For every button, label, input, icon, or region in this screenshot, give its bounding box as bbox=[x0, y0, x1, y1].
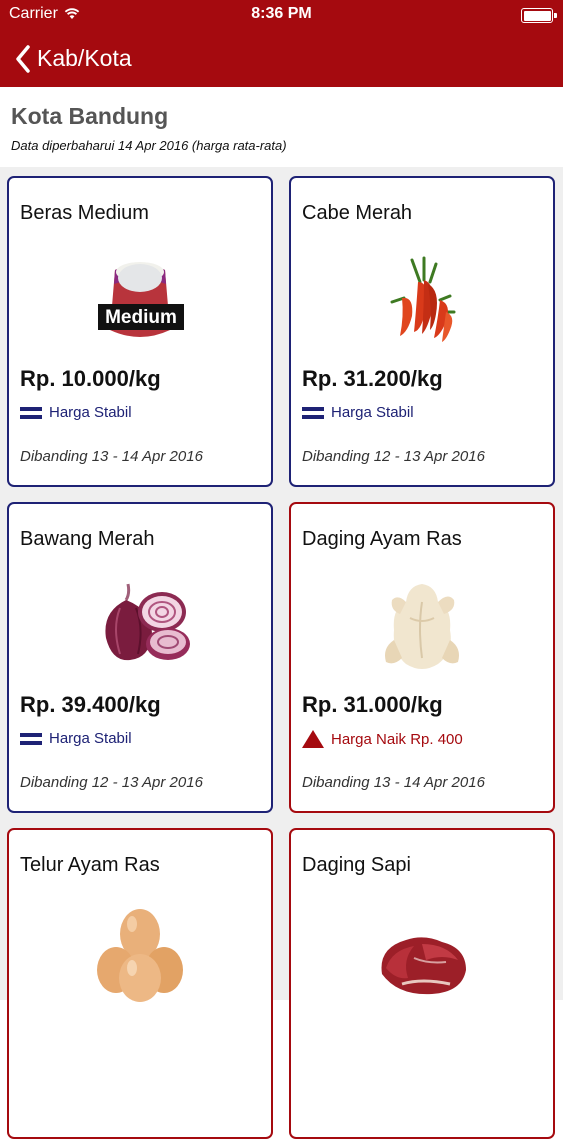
price: Rp. 31.000/kg bbox=[302, 692, 443, 717]
price: Rp. 39.400/kg bbox=[20, 692, 161, 717]
price-status: Harga Stabil bbox=[20, 404, 132, 421]
price: Rp. 10.000/kg bbox=[20, 366, 161, 391]
commodity-name: Daging Ayam Ras bbox=[302, 528, 462, 550]
commodity-card[interactable]: Telur Ayam Ras bbox=[7, 828, 273, 1139]
app-header: Carrier 8:36 PM Kab/Kota bbox=[0, 0, 563, 87]
price-up-icon bbox=[302, 730, 324, 748]
commodity-name: Cabe Merah bbox=[302, 202, 413, 224]
sack-label: Medium bbox=[105, 307, 177, 328]
commodity-card[interactable]: Cabe Merah Rp. 31.200/kg Harga Stabil Di… bbox=[289, 176, 555, 487]
commodity-card[interactable]: Beras Medium Medium Rp. 10.000/kg Harga … bbox=[7, 176, 273, 487]
commodity-name: Telur Ayam Ras bbox=[20, 854, 160, 876]
back-button[interactable]: Kab/Kota bbox=[15, 44, 132, 73]
status-label: Harga Naik Rp. 400 bbox=[331, 730, 463, 748]
chicken-image bbox=[385, 584, 459, 669]
equal-icon bbox=[20, 732, 42, 745]
city-header: Kota Bandung Data diperbaharui 14 Apr 20… bbox=[0, 87, 563, 167]
eggs-image bbox=[97, 909, 183, 1002]
beef-image bbox=[381, 937, 466, 995]
comparison-period: Dibanding 13 - 14 Apr 2016 bbox=[302, 774, 485, 791]
update-note: Data diperbaharui 14 Apr 2016 (harga rat… bbox=[11, 138, 287, 153]
clock: 8:36 PM bbox=[251, 5, 312, 22]
commodity-name: Bawang Merah bbox=[20, 528, 155, 550]
price-status: Harga Stabil bbox=[302, 404, 414, 421]
comparison-period: Dibanding 12 - 13 Apr 2016 bbox=[302, 448, 485, 465]
price-status: Harga Stabil bbox=[20, 730, 132, 747]
price: Rp. 31.200/kg bbox=[302, 366, 443, 391]
status-label: Harga Stabil bbox=[331, 404, 414, 421]
commodity-card[interactable]: Daging Sapi bbox=[289, 828, 555, 1139]
comparison-period: Dibanding 13 - 14 Apr 2016 bbox=[20, 448, 203, 465]
nav-bar: Kab/Kota bbox=[0, 30, 563, 87]
commodity-name: Beras Medium bbox=[20, 202, 149, 224]
back-label: Kab/Kota bbox=[37, 45, 132, 71]
shallot-image bbox=[105, 583, 190, 661]
rice-sack-image: Medium bbox=[98, 262, 184, 337]
price-status: Harga Naik Rp. 400 bbox=[302, 730, 463, 748]
status-label: Harga Stabil bbox=[49, 404, 132, 421]
commodity-card[interactable]: Daging Ayam Ras Rp. 31.000/kg Harga Naik… bbox=[289, 502, 555, 813]
commodity-name: Daging Sapi bbox=[302, 854, 411, 876]
status-bar: Carrier 8:36 PM bbox=[0, 0, 563, 30]
comparison-period: Dibanding 12 - 13 Apr 2016 bbox=[20, 774, 203, 791]
battery-icon bbox=[521, 8, 557, 23]
chili-image bbox=[390, 256, 456, 342]
chevron-left-icon bbox=[16, 44, 30, 73]
commodity-grid: Beras Medium Medium Rp. 10.000/kg Harga … bbox=[0, 167, 563, 1139]
equal-icon bbox=[20, 406, 42, 419]
equal-icon bbox=[302, 406, 324, 419]
status-label: Harga Stabil bbox=[49, 730, 132, 747]
commodity-card[interactable]: Bawang Merah Rp. 39.400/kg Harga Stabil … bbox=[7, 502, 273, 813]
page-title: Kota Bandung bbox=[11, 103, 169, 129]
